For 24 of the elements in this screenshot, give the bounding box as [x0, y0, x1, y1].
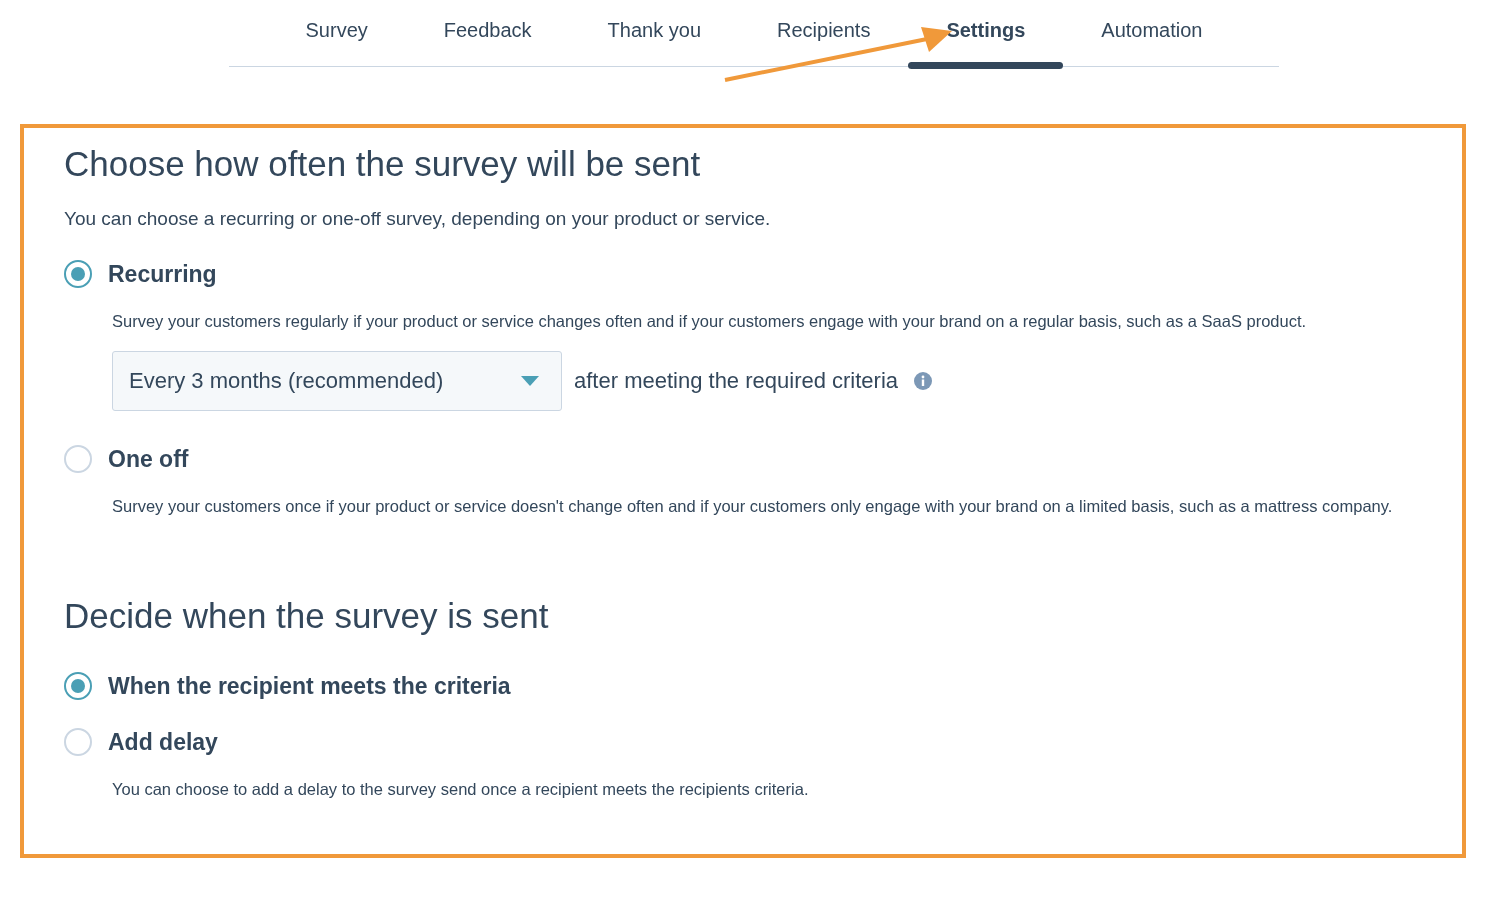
- option-description: Survey your customers regularly if your product or service changes often and if your customers engage with your brand on a regular basis, such as a SaaS product.: [112, 311, 1308, 332]
- radio-button[interactable]: [64, 445, 92, 473]
- option-description: You can choose to add a delay to the survey send once a recipient meets the recipients criteria.: [112, 779, 810, 800]
- option-label: When the recipient meets the criteria: [108, 672, 511, 700]
- option-label: Recurring: [108, 260, 217, 288]
- tab[interactable]: Settings: [908, 0, 1064, 69]
- radio-button[interactable]: [64, 728, 92, 756]
- section-heading: Choose how often the survey will be sent: [64, 143, 702, 185]
- tab[interactable]: Thank you: [569, 0, 739, 69]
- tab[interactable]: Survey: [267, 0, 406, 69]
- option-description: Survey your customers once if your product or service doesn't change often and if your customers only engage with your brand on a limited basis, such as a mattress company.: [112, 496, 1394, 517]
- section-heading: Decide when the survey is sent: [64, 595, 550, 637]
- radio-button[interactable]: [64, 260, 92, 288]
- option-label: One off: [108, 445, 189, 473]
- caret-icon: [521, 376, 539, 386]
- tab[interactable]: Automation: [1063, 0, 1241, 69]
- frequency-dropdown[interactable]: Every 3 months (recommended): [112, 351, 562, 411]
- tab[interactable]: Recipients: [739, 0, 909, 69]
- option-label: Add delay: [108, 728, 218, 756]
- section-intro: You can choose a recurring or one-off survey, depending on your product or service.: [64, 208, 772, 230]
- radio-button[interactable]: [64, 672, 92, 700]
- criteria-text: after meeting the required criteria: [574, 368, 899, 394]
- info-icon[interactable]: [914, 372, 933, 390]
- tab[interactable]: Feedback: [405, 0, 570, 69]
